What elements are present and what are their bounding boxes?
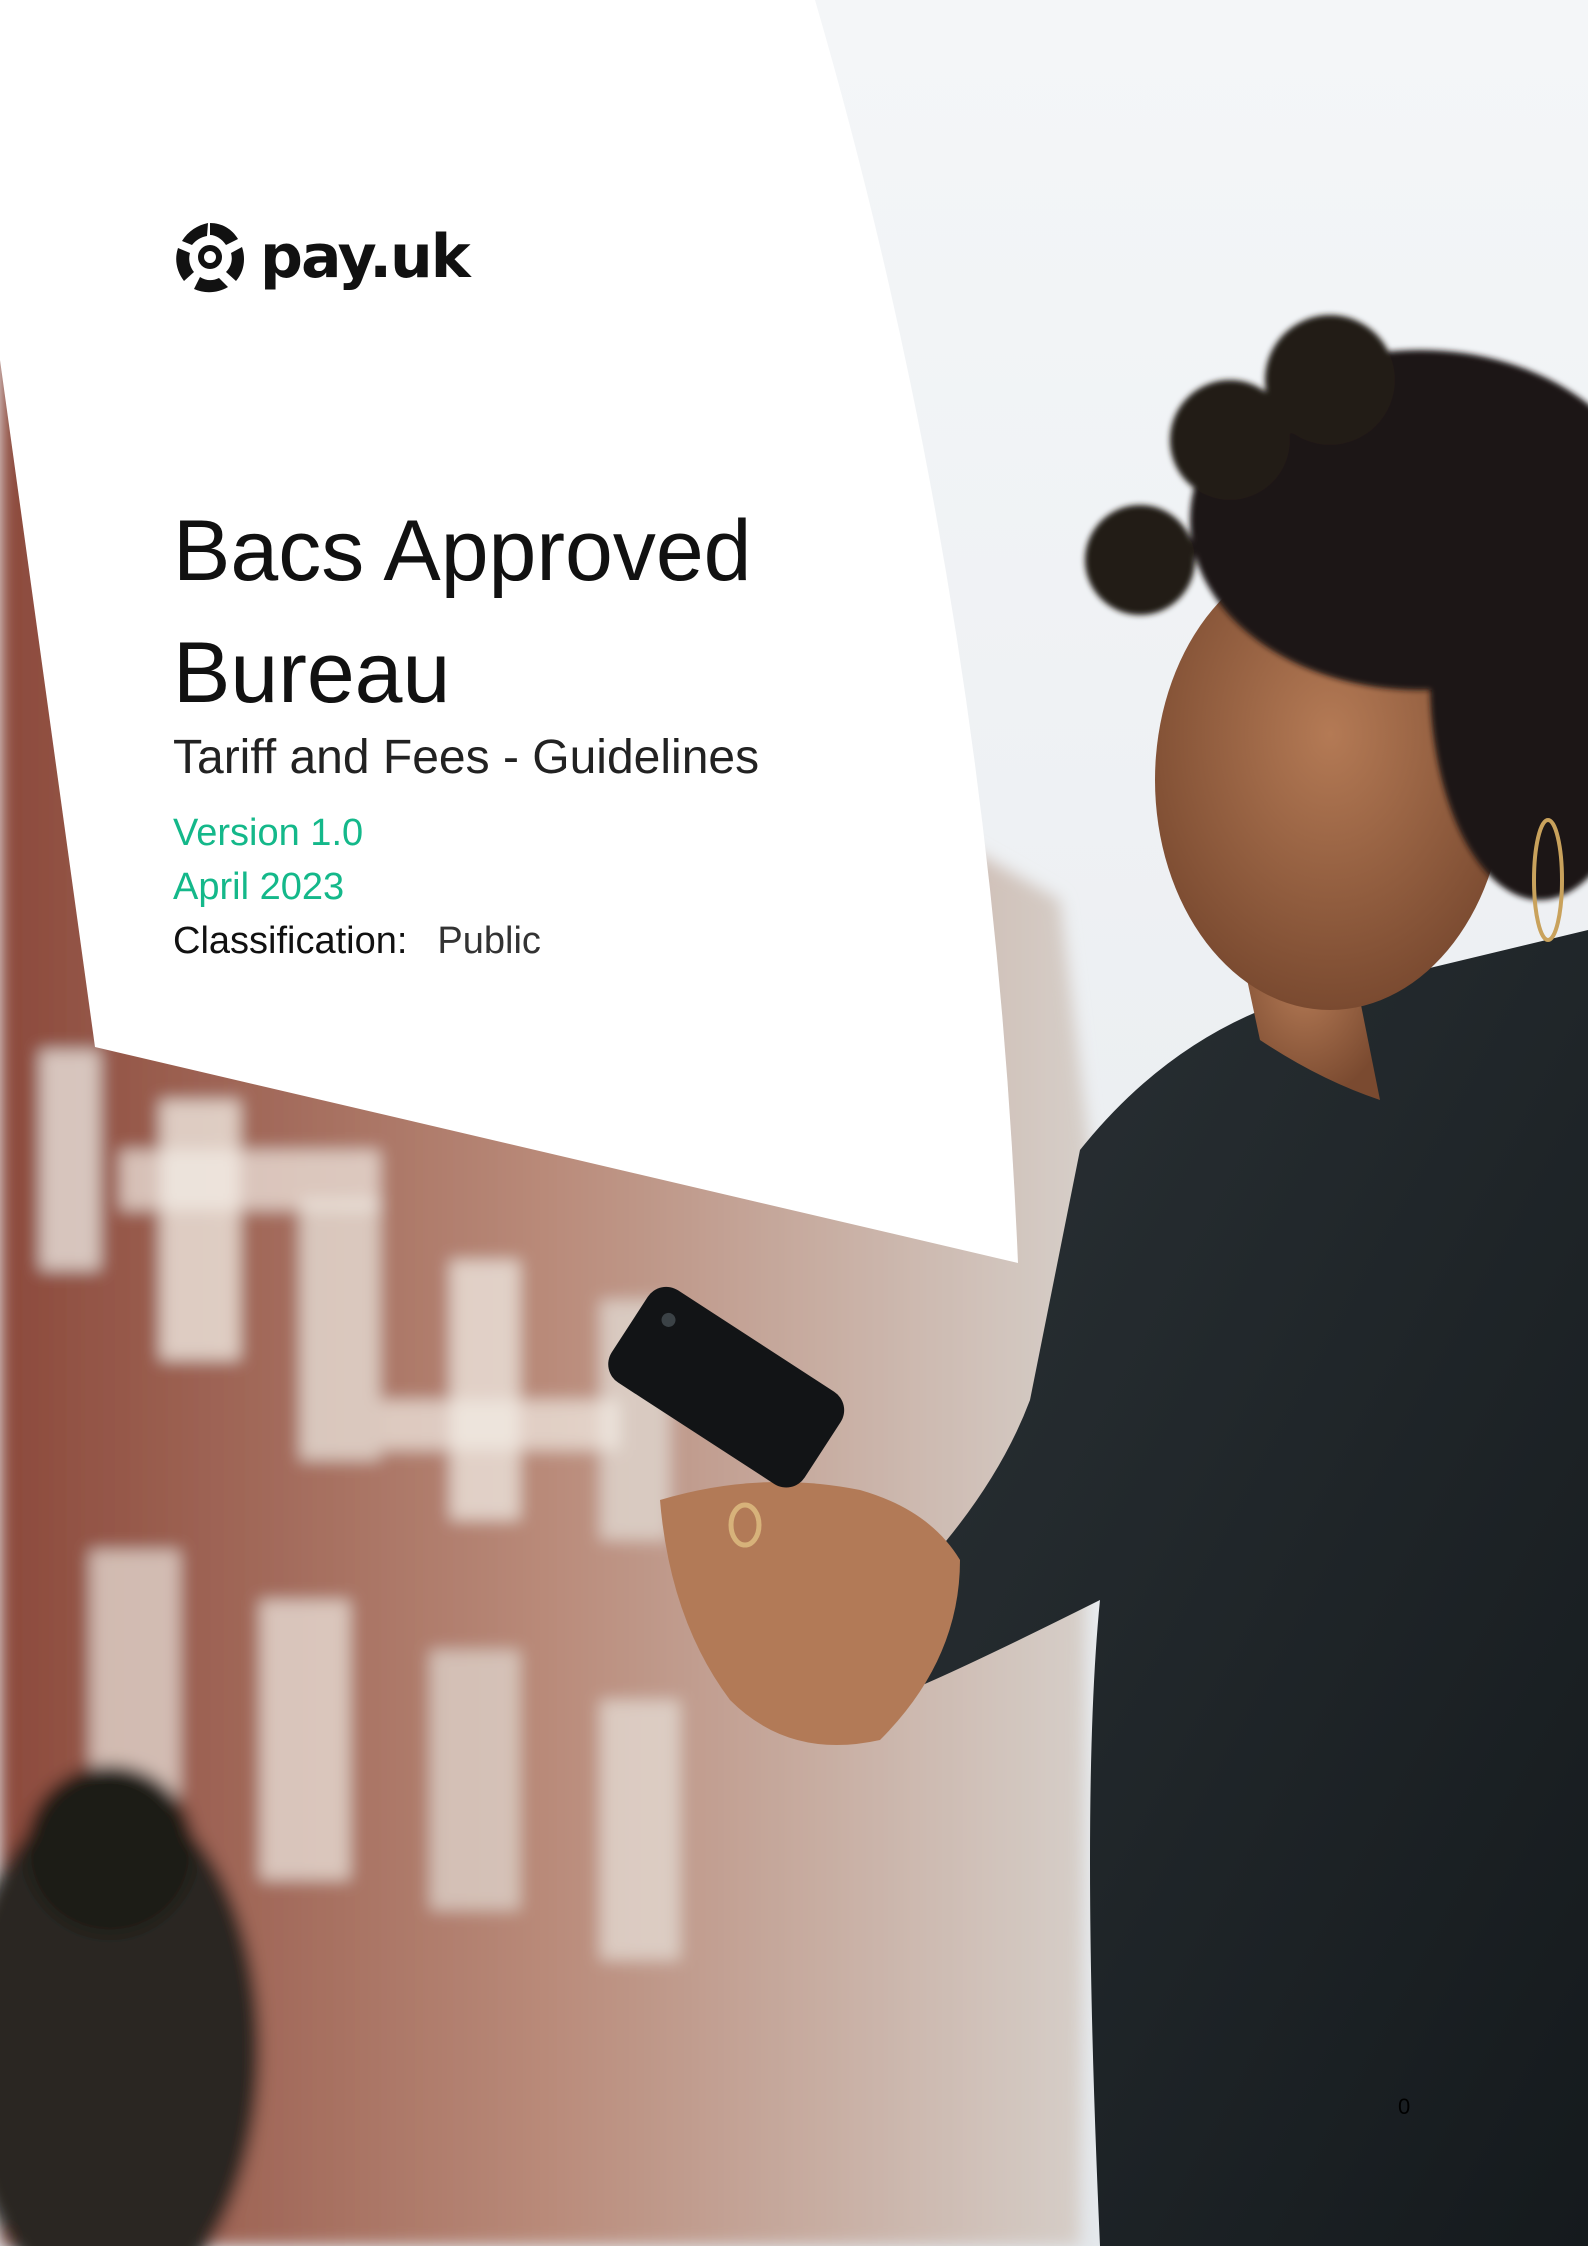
date-label: April 2023 [173,866,345,908]
title-line-2: Bureau [173,625,451,721]
classification: Classification: Public [173,916,541,966]
title-line-1: Bacs Approved [173,503,752,599]
cover-page: pay.uk Bacs Approved Bureau Tariff and F… [0,0,1588,2246]
document-subtitle: Tariff and Fees - Guidelines [173,731,760,784]
page-title: Bacs Approved Bureau [173,490,933,734]
white-title-panel [0,0,1018,1263]
payuk-logo-text: pay.uk [260,222,471,292]
version-label: Version 1.0 [173,812,364,854]
page-number: 0 [1398,2094,1411,2119]
payuk-logo-icon [176,223,244,293]
classification-label: Classification: [173,920,408,962]
classification-value: Public [437,920,541,962]
payuk-logo: pay.uk [170,215,471,299]
